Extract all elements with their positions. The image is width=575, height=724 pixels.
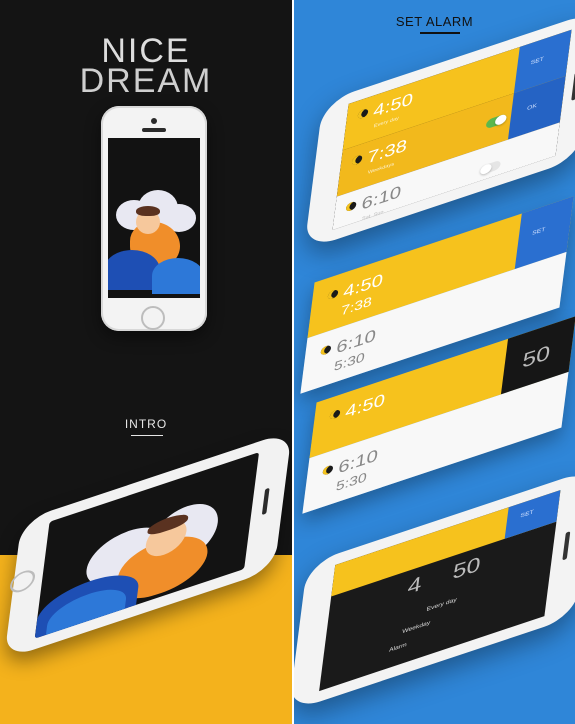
moon-icon — [329, 408, 341, 421]
time-picker-screen: SET 4 50 Every day Weekday Alarm — [319, 490, 561, 692]
alarm-screen: 4:50 Every day SET 7:38 Weekdays OK 6:10… — [332, 29, 572, 230]
minutes-digit[interactable]: 50 — [451, 552, 482, 585]
brand-logo: NICE DREAM — [0, 34, 292, 100]
front-camera-icon — [151, 118, 157, 124]
edit-column: SET — [504, 490, 561, 539]
bottom-phone: SET 4 50 Every day Weekday Alarm — [294, 468, 575, 712]
moon-icon — [320, 344, 332, 357]
brand-line-2: DREAM — [79, 62, 213, 100]
intro-underline — [131, 435, 163, 436]
hour-digit[interactable]: 4 — [406, 571, 423, 600]
set-button[interactable]: SET — [520, 510, 534, 520]
alarm-toggle[interactable] — [479, 159, 502, 176]
speaker-icon — [571, 71, 575, 101]
repeat-option[interactable]: Weekday — [402, 620, 431, 635]
moon-icon — [351, 154, 363, 166]
set-button[interactable]: SET — [530, 57, 544, 67]
alarm-stack: 4:50 Every day SET 7:38 Weekdays OK 6:10… — [294, 0, 575, 724]
intro-panel: NICE DREAM INTRO — [0, 0, 292, 724]
home-button — [141, 306, 165, 330]
speaker-icon — [142, 128, 166, 132]
toggle-knob — [494, 113, 508, 127]
speaker-icon — [562, 531, 571, 561]
picker-header: SET — [331, 490, 561, 597]
speaker-icon — [261, 487, 270, 516]
moon-icon — [322, 464, 334, 477]
set-alarm-panel: SET ALARM 4:50 Every day SET 7:38 Weekda… — [294, 0, 575, 724]
repeat-option[interactable]: Every day — [426, 597, 457, 613]
alarm-toggle[interactable] — [485, 113, 508, 130]
toggle-knob — [479, 162, 493, 176]
front-phone — [101, 106, 207, 331]
set-button: SET — [531, 226, 546, 237]
minutes-digit: 50 — [520, 340, 552, 373]
dream-illustration — [108, 138, 200, 298]
moon-icon — [357, 107, 369, 120]
wave-shape — [152, 258, 200, 294]
sleeper-hair — [136, 206, 160, 216]
ok-button[interactable]: OK — [527, 103, 537, 112]
phone-screen — [108, 138, 200, 298]
intro-heading: INTRO — [124, 417, 168, 431]
repeat-option[interactable]: Alarm — [389, 642, 407, 653]
moon-icon — [327, 288, 339, 301]
app-showcase: NICE DREAM INTRO SET ALARM 4:50 Every da… — [0, 0, 575, 724]
alarm-time: 4:50 — [344, 389, 387, 422]
moon-icon — [345, 200, 357, 213]
